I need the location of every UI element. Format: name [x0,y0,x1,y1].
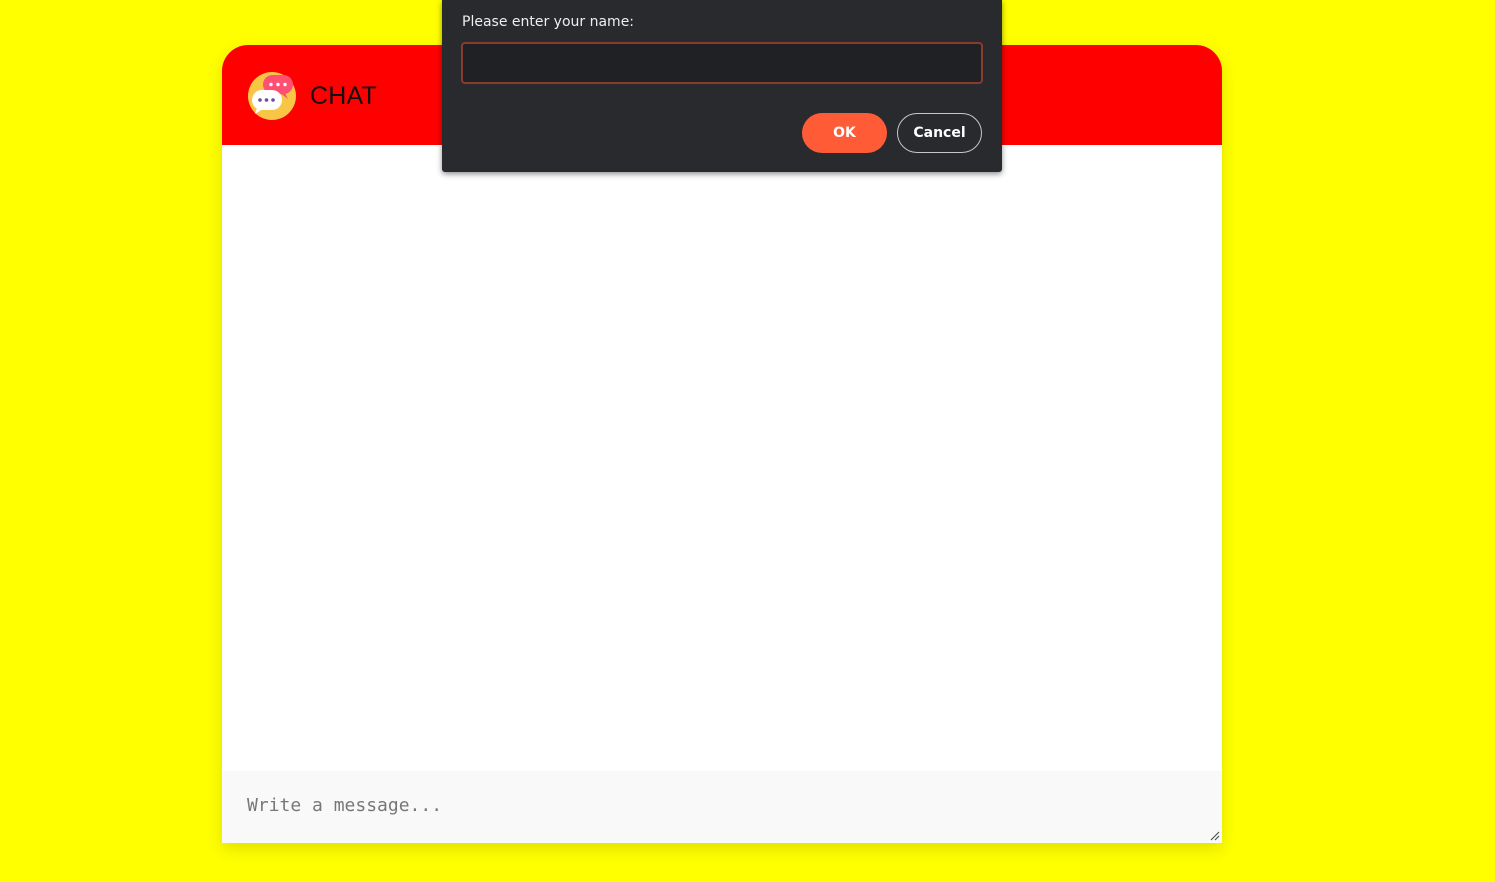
name-input[interactable] [461,42,983,84]
message-composer [222,771,1222,843]
cancel-button[interactable]: Cancel [897,113,982,153]
message-input[interactable] [222,771,1222,843]
chat-title: CHAT [310,82,377,110]
message-list[interactable] [222,145,1222,771]
ok-button[interactable]: OK [802,113,887,153]
resize-handle-icon[interactable] [1210,831,1220,841]
name-prompt-dialog: Please enter your name: OK Cancel [442,0,1002,172]
prompt-label: Please enter your name: [462,14,635,30]
chat-bubbles-icon [248,72,296,120]
